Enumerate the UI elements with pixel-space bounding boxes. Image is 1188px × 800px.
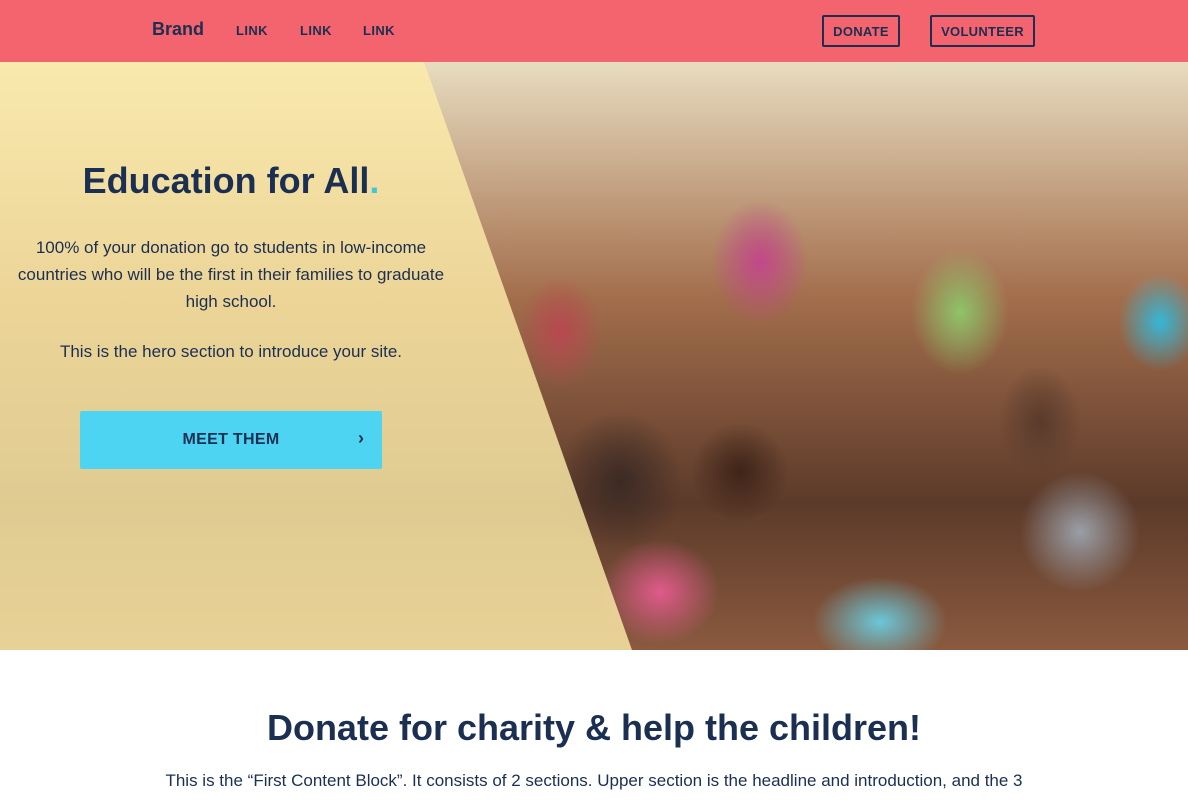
nav-link-1[interactable]: LINK: [236, 23, 268, 38]
nav-link-3[interactable]: LINK: [363, 23, 395, 38]
nav-link-2[interactable]: LINK: [300, 23, 332, 38]
chevron-right-icon: ›: [358, 428, 364, 448]
content-intro: This is the “First Content Block”. It co…: [165, 771, 1023, 790]
brand-link[interactable]: Brand: [152, 19, 204, 40]
meet-them-button[interactable]: MEET THEM ›: [80, 411, 382, 469]
hero-title: Education for All.: [0, 160, 462, 202]
navbar: Brand LINK LINK LINK DONATE VOLUNTEER: [0, 0, 1188, 62]
meet-them-label: MEET THEM: [182, 431, 280, 448]
volunteer-button[interactable]: VOLUNTEER: [930, 15, 1035, 47]
content-title: Donate for charity & help the children!: [266, 707, 922, 748]
hero-title-text: Education for All: [82, 160, 370, 201]
hero-section: Education for All. 100% of your donation…: [0, 62, 1188, 650]
donate-button[interactable]: DONATE: [822, 15, 900, 47]
hero-description: 100% of your donation go to students in …: [17, 238, 445, 311]
hero-title-dot: .: [369, 160, 380, 201]
hero-subtitle: This is the hero section to introduce yo…: [59, 342, 403, 361]
